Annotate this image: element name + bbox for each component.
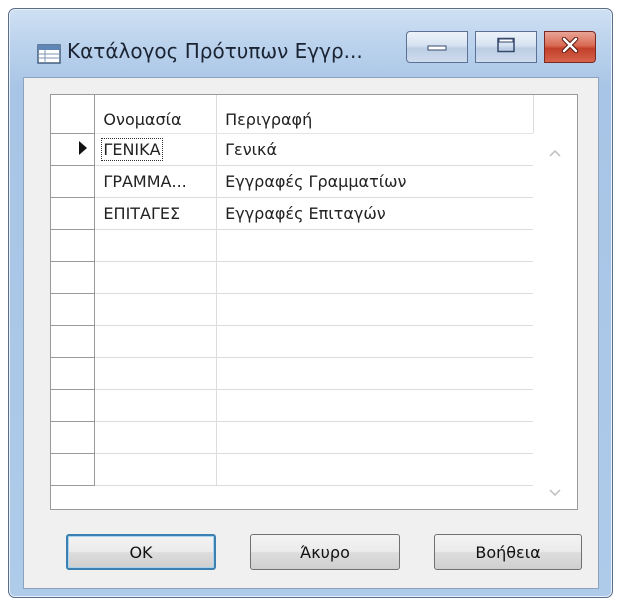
- cell-description[interactable]: Εγγραφές Γραμματίων: [216, 165, 534, 198]
- cell-name[interactable]: [94, 293, 218, 326]
- dialog-client-area: Ονομασία Περιγραφή ΓΕΝΙΚΑ Γενικά ΓΡΑΜΜΑ.…: [23, 77, 599, 589]
- row-selector[interactable]: [51, 357, 96, 390]
- empty-table-row[interactable]: [51, 229, 577, 262]
- cell-name[interactable]: ΓΕΝΙΚΑ: [94, 133, 218, 166]
- empty-table-row[interactable]: [51, 261, 577, 294]
- cell-name[interactable]: [94, 421, 218, 454]
- window-title: Κατάλογος Πρότυπων Εγγρ...: [67, 39, 363, 63]
- empty-table-row[interactable]: [51, 357, 577, 390]
- scroll-up-button[interactable]: [533, 139, 577, 165]
- maximize-icon: [496, 37, 516, 57]
- column-header-name[interactable]: Ονομασία: [94, 95, 218, 134]
- table-row[interactable]: ΕΠΙΤΑΓΕΣ Εγγραφές Επιταγών: [51, 197, 577, 230]
- cell-description[interactable]: [216, 453, 534, 486]
- row-selector[interactable]: [51, 229, 96, 262]
- row-selector[interactable]: [51, 197, 96, 230]
- chevron-down-icon: [548, 483, 562, 502]
- row-selector[interactable]: [51, 325, 96, 358]
- grid-header-row: Ονομασία Περιγραφή: [51, 95, 577, 134]
- close-icon: [561, 36, 579, 57]
- cell-description[interactable]: Γενικά: [216, 133, 534, 166]
- column-header-description[interactable]: Περιγραφή: [216, 95, 534, 134]
- dialog-buttons: OK Άκυρο Βοήθεια: [24, 534, 600, 574]
- row-selector[interactable]: [51, 421, 96, 454]
- maximize-button[interactable]: [475, 31, 537, 63]
- row-selector[interactable]: [51, 293, 96, 326]
- empty-table-row[interactable]: [51, 453, 577, 486]
- minimize-button[interactable]: [406, 31, 468, 63]
- cell-name[interactable]: ΓΡΑΜΜΑ...: [94, 165, 218, 198]
- cell-description[interactable]: [216, 389, 534, 422]
- cell-name[interactable]: [94, 389, 218, 422]
- cell-description[interactable]: [216, 357, 534, 390]
- cell-description[interactable]: [216, 261, 534, 294]
- row-selector[interactable]: [51, 133, 96, 166]
- cell-description[interactable]: [216, 325, 534, 358]
- minimize-icon: [426, 38, 448, 57]
- current-row-pointer-icon: [79, 140, 87, 155]
- cell-description[interactable]: [216, 293, 534, 326]
- empty-table-row[interactable]: [51, 293, 577, 326]
- table-window-icon: [37, 43, 61, 65]
- row-selector[interactable]: [51, 453, 96, 486]
- row-selector[interactable]: [51, 261, 96, 294]
- cell-name[interactable]: [94, 229, 218, 262]
- row-selector[interactable]: [51, 165, 96, 198]
- cell-name-text: ΓΕΝΙΚΑ: [101, 137, 163, 161]
- vertical-scrollbar[interactable]: [533, 133, 577, 509]
- ok-button[interactable]: OK: [66, 534, 216, 570]
- close-button[interactable]: [544, 31, 596, 63]
- scroll-down-button[interactable]: [533, 479, 577, 505]
- title-bar[interactable]: Κατάλογος Πρότυπων Εγγρ...: [9, 9, 612, 79]
- row-selector[interactable]: [51, 389, 96, 422]
- table-row[interactable]: ΓΕΝΙΚΑ Γενικά: [51, 133, 577, 166]
- chevron-up-icon: [548, 143, 562, 162]
- cell-name[interactable]: [94, 261, 218, 294]
- row-selector-header: [51, 95, 96, 134]
- empty-table-row[interactable]: [51, 389, 577, 422]
- cell-description[interactable]: [216, 421, 534, 454]
- cell-description[interactable]: Εγγραφές Επιταγών: [216, 197, 534, 230]
- cell-name[interactable]: [94, 325, 218, 358]
- templates-grid[interactable]: Ονομασία Περιγραφή ΓΕΝΙΚΑ Γενικά ΓΡΑΜΜΑ.…: [50, 94, 578, 510]
- table-row[interactable]: ΓΡΑΜΜΑ... Εγγραφές Γραμματίων: [51, 165, 577, 198]
- cell-name[interactable]: [94, 357, 218, 390]
- cancel-button[interactable]: Άκυρο: [250, 534, 400, 570]
- cell-name[interactable]: [94, 453, 218, 486]
- cell-description[interactable]: [216, 229, 534, 262]
- empty-table-row[interactable]: [51, 421, 577, 454]
- help-button[interactable]: Βοήθεια: [434, 534, 582, 570]
- scrollbar-header-spacer: [533, 95, 577, 134]
- cell-name[interactable]: ΕΠΙΤΑΓΕΣ: [94, 197, 218, 230]
- dialog-window: Κατάλογος Πρότυπων Εγγρ... Ονομασία Περι…: [8, 8, 613, 598]
- empty-table-row[interactable]: [51, 325, 577, 358]
